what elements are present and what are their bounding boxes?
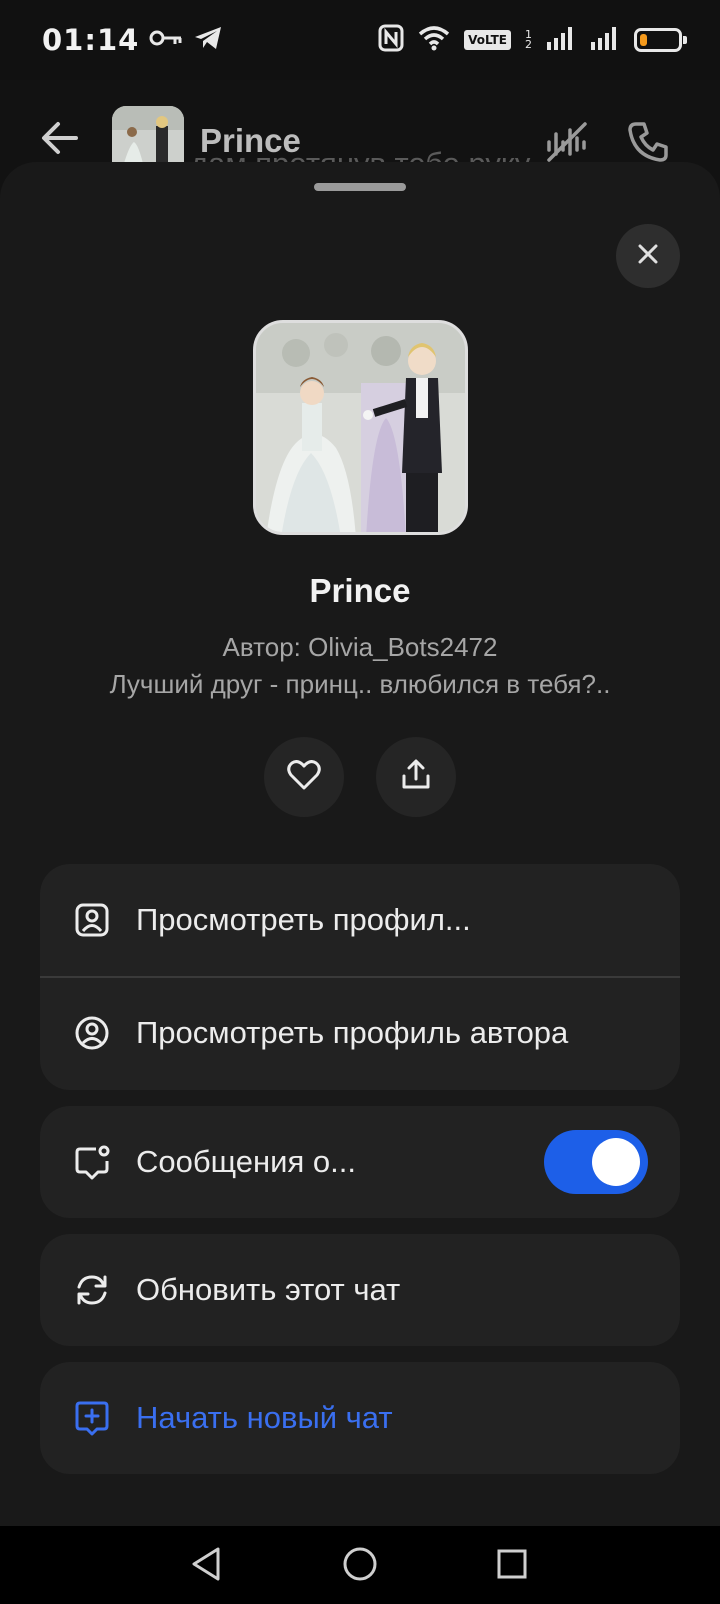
heart-icon: [287, 759, 321, 795]
drag-handle[interactable]: [314, 183, 406, 191]
view-author-profile-label: Просмотреть профиль автора: [136, 1015, 569, 1050]
circle-home-icon: [342, 1546, 378, 1587]
profile-actions-card: Просмотреть профил... Просмотреть профил…: [40, 864, 680, 1090]
new-chat-label: Начать новый чат: [136, 1400, 393, 1435]
messages-toggle-card: Сообщения о...: [40, 1106, 680, 1218]
messages-label: Сообщения о...: [136, 1144, 356, 1179]
nav-back-button[interactable]: [178, 1538, 234, 1594]
status-right: VoLTE 12: [378, 24, 687, 57]
bot-avatar: [253, 320, 468, 535]
like-button[interactable]: [264, 737, 344, 817]
volte-badge: VoLTE: [464, 30, 511, 50]
key-icon: [149, 28, 183, 53]
signal-icon: [590, 26, 620, 55]
telegram-icon: [193, 25, 223, 56]
status-left: 01:14: [42, 23, 223, 57]
new-chat-item[interactable]: Начать новый чат: [40, 1362, 680, 1474]
messages-item[interactable]: Сообщения о...: [40, 1106, 680, 1218]
share-icon: [400, 759, 432, 796]
character-sheet: Prince Автор: Olivia_Bots2472 Лучший дру…: [0, 162, 720, 1526]
bot-tagline: Лучший друг - принц.. влюбился в тебя?..: [109, 669, 611, 699]
clock: 01:14: [42, 23, 140, 57]
battery-icon: [634, 28, 687, 52]
nav-home-button[interactable]: [332, 1538, 388, 1594]
wifi-icon: [418, 25, 450, 56]
view-author-profile-item[interactable]: Просмотреть профиль автора: [40, 976, 680, 1088]
signal-icon: [546, 26, 576, 55]
new-chat-plus-icon: [72, 1398, 112, 1438]
new-chat-card: Начать новый чат: [40, 1362, 680, 1474]
profile-card-icon: [72, 900, 112, 940]
messages-toggle[interactable]: [544, 1130, 648, 1194]
message-notification-icon: [72, 1142, 112, 1182]
close-button[interactable]: [616, 224, 680, 288]
toggle-knob: [592, 1138, 640, 1186]
refresh-icon: [72, 1270, 112, 1310]
refresh-chat-card: Обновить этот чат: [40, 1234, 680, 1346]
status-bar: 01:14 VoLTE 12: [0, 0, 720, 80]
voice-off-icon[interactable]: [545, 120, 589, 164]
nav-recents-button[interactable]: [484, 1538, 540, 1594]
back-arrow-icon[interactable]: [40, 118, 80, 158]
battery-level: [640, 34, 647, 46]
refresh-chat-label: Обновить этот чат: [136, 1272, 401, 1307]
sim-slot-indicator: 12: [525, 28, 532, 51]
screen: 01:14 VoLTE 12 Prince Prince Автор: Oliv…: [0, 0, 720, 1604]
user-circle-icon: [72, 1013, 112, 1053]
chat-title: Prince: [200, 122, 301, 159]
square-recents-icon: [496, 1548, 528, 1585]
triangle-back-icon: [190, 1546, 222, 1587]
view-profile-item[interactable]: Просмотреть профил...: [40, 864, 680, 976]
author-line[interactable]: Автор: Olivia_Bots2472: [0, 632, 720, 663]
system-nav-bar: [0, 1526, 720, 1604]
nfc-icon: [378, 24, 404, 57]
refresh-chat-item[interactable]: Обновить этот чат: [40, 1234, 680, 1346]
share-button[interactable]: [376, 737, 456, 817]
view-profile-label: Просмотреть профил...: [136, 902, 471, 937]
close-icon: [637, 243, 659, 270]
bot-name: Prince: [309, 572, 411, 609]
phone-call-icon[interactable]: [626, 120, 670, 164]
